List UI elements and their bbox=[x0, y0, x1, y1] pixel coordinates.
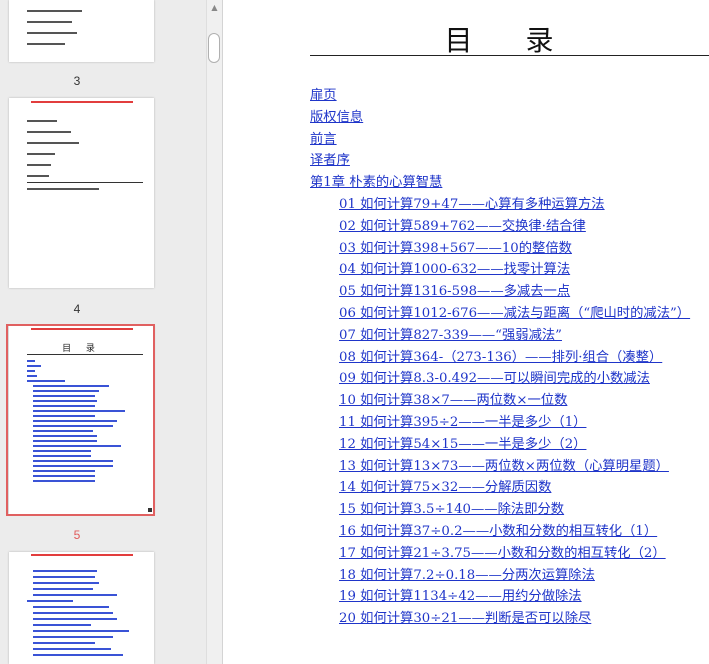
page-title: 目 录 bbox=[444, 24, 576, 57]
toc-link-copyright[interactable]: 版权信息 bbox=[310, 107, 709, 129]
toc-link-section[interactable]: 20 如何计算30÷21——判断是否可以除尽 bbox=[310, 608, 709, 630]
toc-link-preface[interactable]: 前言 bbox=[310, 129, 709, 151]
toc-link-section[interactable]: 11 如何计算395÷2——一半是多少（1） bbox=[310, 412, 709, 434]
toc-link-section[interactable]: 05 如何计算1316-598——多减去一点 bbox=[310, 281, 709, 303]
scroll-up-arrow-icon[interactable]: ▲ bbox=[207, 0, 222, 15]
thumbnail-page-3[interactable] bbox=[9, 98, 154, 288]
title-divider bbox=[310, 55, 709, 56]
thumbnail-scrollbar[interactable]: ▲ bbox=[206, 0, 222, 664]
thumbnail-pane[interactable]: 3 4 目 录 5 ▲ bbox=[0, 0, 223, 664]
scrollbar-thumb[interactable] bbox=[208, 33, 220, 63]
document-page: 目 录 扉页 版权信息 前言 译者序 第1章 朴素的心算智慧 01 如何计算79… bbox=[223, 0, 709, 664]
toc-link-section[interactable]: 17 如何计算21÷3.75——小数和分数的相互转化（2） bbox=[310, 543, 709, 565]
toc-link-section[interactable]: 10 如何计算38×7——两位数×一位数 bbox=[310, 390, 709, 412]
pdf-reader-window: 3 4 目 录 5 ▲ 目 录 扉页 版权信息 前言 译者序 第1章 朴素的心算… bbox=[0, 0, 709, 664]
toc-link-section[interactable]: 02 如何计算589+762——交换律·结合律 bbox=[310, 216, 709, 238]
toc-link-section[interactable]: 09 如何计算8.3-0.492——可以瞬间完成的小数减法 bbox=[310, 368, 709, 390]
toc-link-translator-preface[interactable]: 译者序 bbox=[310, 150, 709, 172]
thumbnail-selection-frame bbox=[6, 324, 155, 516]
toc-link-section[interactable]: 14 如何计算75×32——分解质因数 bbox=[310, 477, 709, 499]
toc-link-section[interactable]: 07 如何计算827-339——“强弱减法” bbox=[310, 325, 709, 347]
toc-link-section[interactable]: 03 如何计算398+567——10的整倍数 bbox=[310, 238, 709, 260]
thumbnail-page-number: 3 bbox=[73, 74, 81, 88]
toc-link-section[interactable]: 08 如何计算364-（273-136）——排列·组合（凑整） bbox=[310, 347, 709, 369]
thumbnail-page-number: 4 bbox=[73, 302, 81, 316]
toc-link-section[interactable]: 13 如何计算13×73——两位数×两位数（心算明星题） bbox=[310, 456, 709, 478]
toc-link-section[interactable]: 04 如何计算1000-632——找零计算法 bbox=[310, 259, 709, 281]
toc-link-title-page[interactable]: 扉页 bbox=[310, 85, 709, 107]
toc-link-chapter-1[interactable]: 第1章 朴素的心算智慧 bbox=[310, 172, 709, 194]
toc-link-section[interactable]: 15 如何计算3.5÷140——除法即分数 bbox=[310, 499, 709, 521]
thumbnail-page-5[interactable] bbox=[9, 552, 154, 664]
toc-link-section[interactable]: 12 如何计算54×15——一半是多少（2） bbox=[310, 434, 709, 456]
toc-link-section[interactable]: 18 如何计算7.2÷0.18——分两次运算除法 bbox=[310, 565, 709, 587]
toc-link-section[interactable]: 19 如何计算1134÷42——用约分做除法 bbox=[310, 586, 709, 608]
toc-link-section[interactable]: 16 如何计算37÷0.2——小数和分数的相互转化（1） bbox=[310, 521, 709, 543]
toc-link-section[interactable]: 06 如何计算1012-676——减法与距离（“爬山时的减法”） bbox=[310, 303, 709, 325]
thumbnail-page-number: 5 bbox=[73, 528, 81, 542]
toc-link-section[interactable]: 01 如何计算79+47——心算有多种运算方法 bbox=[310, 194, 709, 216]
thumbnail-page-2[interactable] bbox=[9, 0, 154, 62]
table-of-contents: 扉页 版权信息 前言 译者序 第1章 朴素的心算智慧 01 如何计算79+47—… bbox=[310, 85, 709, 630]
